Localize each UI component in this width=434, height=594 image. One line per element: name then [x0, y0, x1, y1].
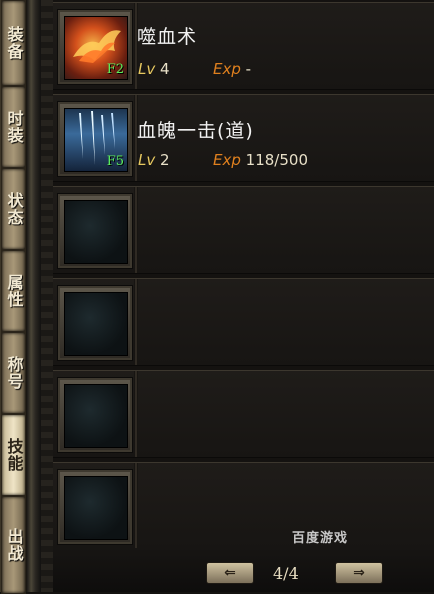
skill-exp: Exp 118/500: [213, 151, 308, 169]
row-divider: [134, 463, 138, 549]
tab-battle[interactable]: 出战: [1, 496, 26, 594]
tab-status[interactable]: 状态: [1, 168, 26, 250]
next-page-button[interactable]: ⇒: [335, 562, 383, 584]
exp-label: Exp: [213, 60, 241, 78]
page-indicator: 4/4: [273, 564, 299, 583]
skill-level: Lv 4: [138, 60, 170, 78]
tab-label: 装备: [4, 26, 24, 60]
empty-skill-row[interactable]: [53, 462, 434, 550]
row-divider: [134, 279, 138, 365]
tab-label: 技能: [4, 438, 24, 472]
hotkey-label: F5: [106, 154, 124, 169]
tab-label: 状态: [4, 192, 24, 226]
tab-column: 装备 时装 状态 属性 称号 技能 出战: [0, 0, 28, 594]
empty-skill-slot[interactable]: [57, 469, 133, 545]
slot-well: [64, 200, 128, 264]
tab-label: 属性: [4, 274, 24, 308]
skill-name: 噬血术: [137, 26, 198, 48]
tab-equipment[interactable]: 装备: [1, 0, 26, 86]
skill-slot[interactable]: F5: [57, 101, 133, 177]
slot-well: [64, 384, 128, 448]
tab-label: 出战: [4, 528, 24, 562]
empty-skill-slot[interactable]: [57, 285, 133, 361]
frame-rail-inner: [41, 0, 53, 592]
skill-slot[interactable]: F2: [57, 9, 133, 85]
right-arrow-icon: ⇒: [353, 565, 365, 581]
tab-attributes[interactable]: 属性: [1, 250, 26, 332]
empty-skill-slot[interactable]: [57, 377, 133, 453]
level-value: 4: [160, 60, 170, 78]
skill-level: Lv 2: [138, 151, 170, 169]
pager: ⇐ 4/4 ⇒: [53, 548, 434, 592]
tab-titles[interactable]: 称号: [1, 332, 26, 414]
exp-value: -: [245, 60, 252, 78]
empty-skill-row[interactable]: [53, 278, 434, 366]
frame-rail: [27, 0, 41, 592]
prev-page-button[interactable]: ⇐: [206, 562, 254, 584]
empty-skill-slot[interactable]: [57, 193, 133, 269]
row-divider: [134, 187, 138, 273]
level-value: 2: [160, 151, 170, 169]
tab-fashion[interactable]: 时装: [1, 86, 26, 168]
watermark-logo: 百度游戏: [292, 527, 348, 546]
left-arrow-icon: ⇐: [224, 565, 236, 581]
exp-label: Exp: [213, 151, 241, 169]
watermark-text: 百度游戏: [292, 531, 349, 546]
slot-well: [64, 476, 128, 540]
skill-exp: Exp -: [213, 60, 251, 78]
slot-well: [64, 292, 128, 356]
level-label: Lv: [138, 151, 156, 169]
hotkey-label: F2: [106, 62, 124, 77]
row-divider: [134, 371, 138, 457]
skill-name: 血魄一击(道): [137, 120, 254, 142]
tab-label: 称号: [4, 356, 24, 390]
tab-skills[interactable]: 技能: [1, 414, 26, 496]
tab-label: 时装: [4, 110, 24, 144]
empty-skill-row[interactable]: [53, 370, 434, 458]
empty-skill-row[interactable]: [53, 186, 434, 274]
exp-value: 118/500: [245, 151, 308, 169]
level-label: Lv: [138, 60, 156, 78]
